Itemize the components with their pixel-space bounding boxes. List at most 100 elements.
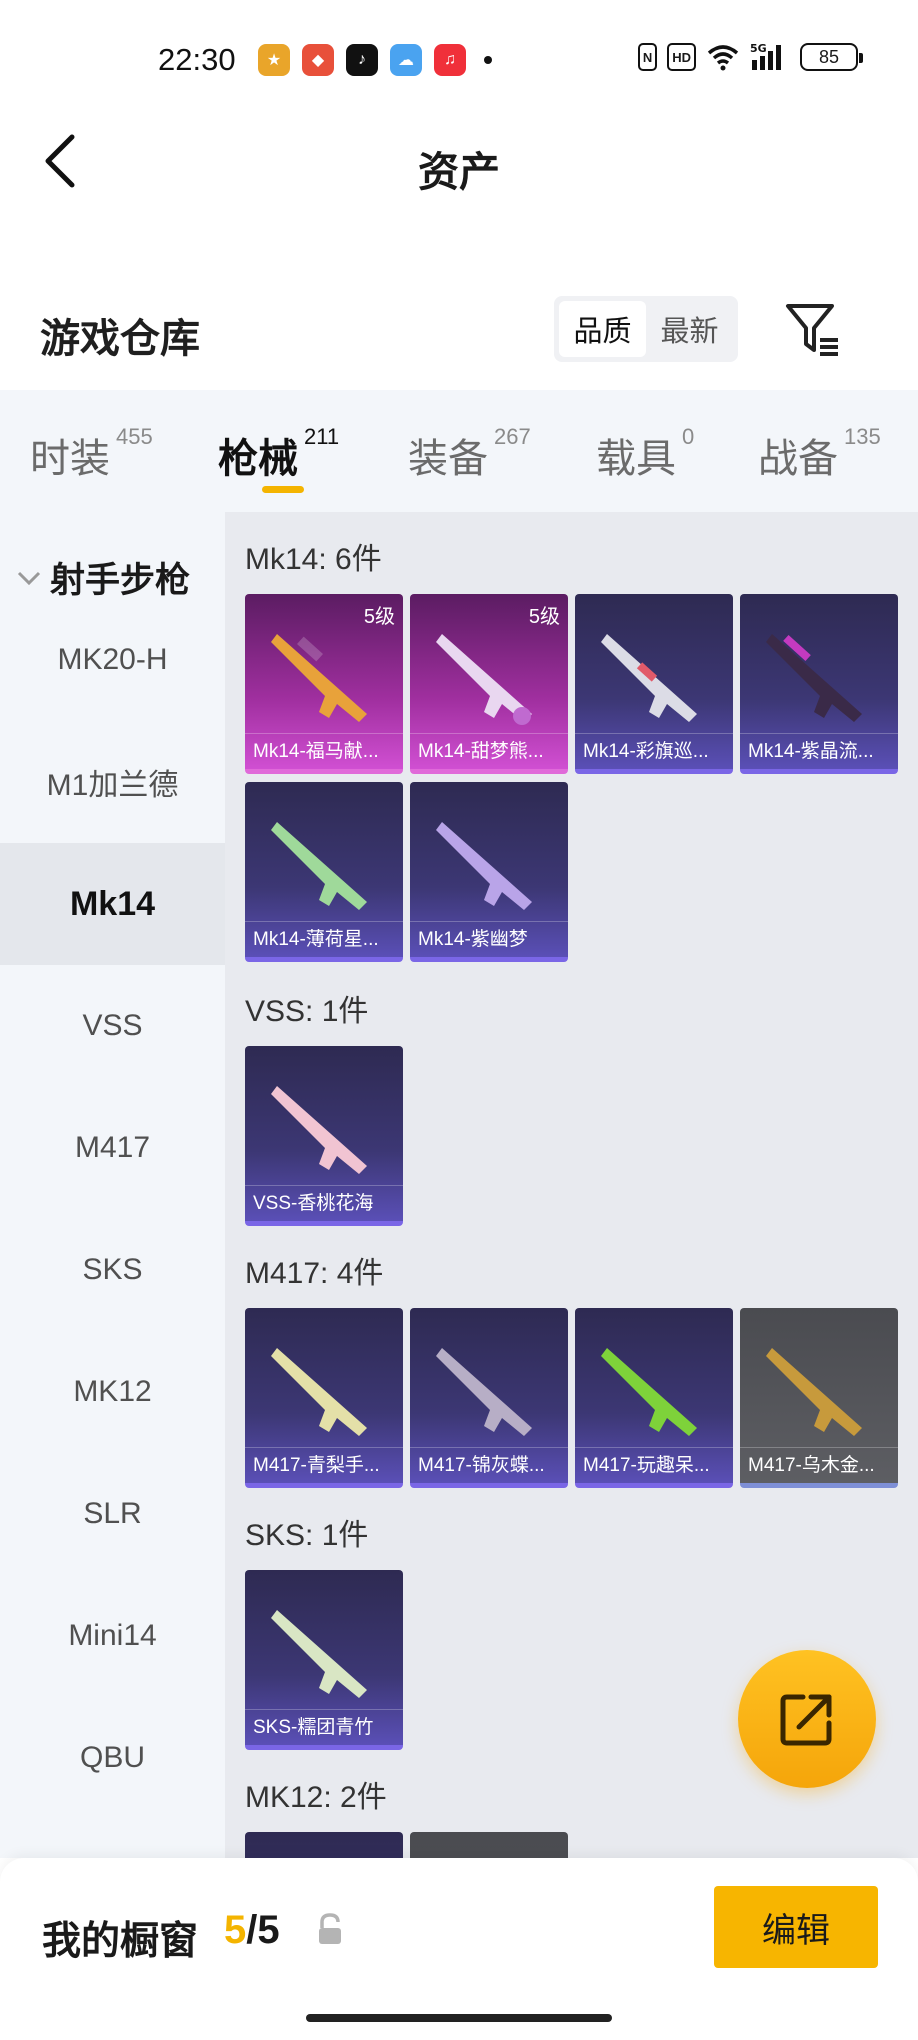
weapon-type-sidebar: 射手步枪 MK20-H M1加兰德 Mk14 VSS M417 SKS MK12… [0, 512, 225, 1858]
weapon-card[interactable]: M417-乌木金... [740, 1308, 898, 1488]
tab-count: 267 [494, 424, 531, 449]
showcase-current: 5 [224, 1908, 247, 1952]
svg-text:5G: 5G [750, 42, 767, 55]
weather-app-icon: ☁ [390, 44, 422, 76]
tab-vehicles[interactable]: 载具 0 [596, 424, 695, 484]
sidebar-item-qbu[interactable]: QBU [0, 1697, 225, 1819]
showcase-separator: / [246, 1908, 258, 1952]
weapon-card[interactable]: SKS-糯团青竹 [245, 1570, 403, 1750]
rifle-icon [766, 1348, 862, 1436]
card-name: M417-玩趣呆... [575, 1447, 733, 1483]
sidebar-item-mk12[interactable]: MK12 [0, 1331, 225, 1453]
tab-outfits[interactable]: 时装 455 [30, 424, 153, 484]
status-time: 22:30 [158, 42, 236, 77]
nfc-icon: N [637, 43, 658, 71]
game-controller-app-icon: ◆ [302, 44, 334, 76]
rifle-icon [271, 1610, 367, 1698]
tab-count: 455 [116, 424, 153, 449]
section-title: 游戏仓库 [40, 317, 200, 361]
weapon-card[interactable]: 5级 Mk14-甜梦熊... [410, 594, 568, 774]
showcase-total: 5 [257, 1908, 280, 1952]
card-name: M417-青梨手... [245, 1447, 403, 1483]
card-name: Mk14-甜梦熊... [410, 733, 568, 769]
group-title-vss: VSS: 1件 [245, 995, 369, 1028]
card-level: 5级 [363, 606, 395, 628]
tiktok-app-icon: ♪ [346, 44, 378, 76]
showcase-count: 5/5 [224, 1908, 280, 1953]
group-title-mk14: Mk14: 6件 [245, 543, 382, 576]
active-tab-indicator [262, 486, 304, 493]
tab-count: 211 [304, 424, 340, 449]
sort-option-quality[interactable]: 品质 [559, 301, 646, 357]
card-name: Mk14-福马献... [245, 733, 403, 769]
signal-5g-icon: 5G [750, 42, 781, 70]
game-app-icon: ★ [258, 44, 290, 76]
tab-label: 枪械 [218, 437, 298, 481]
rifle-icon [271, 634, 367, 722]
weapon-card[interactable]: Mk14-彩旗巡... [575, 594, 733, 774]
rifle-icon [766, 634, 862, 722]
card-name: M417-乌木金... [740, 1447, 898, 1483]
card-name: Mk14-紫晶流... [740, 733, 898, 769]
sidebar-item-sks[interactable]: SKS [0, 1209, 225, 1331]
sort-option-newest[interactable]: 最新 [646, 301, 733, 357]
weapon-card[interactable]: Mk14-薄荷星... [245, 782, 403, 962]
sidebar-item-m417[interactable]: M417 [0, 1087, 225, 1209]
tab-count: 135 [844, 424, 881, 449]
home-indicator[interactable] [306, 2014, 612, 2022]
group-title-m417: M417: 4件 [245, 1257, 384, 1290]
tab-label: 装备 [408, 437, 488, 481]
music-app-icon: ♫ [434, 44, 466, 76]
edit-button[interactable]: 编辑 [714, 1886, 878, 1968]
rifle-icon [601, 1348, 697, 1436]
weapon-card[interactable] [245, 1832, 403, 1858]
card-name: VSS-香桃花海 [245, 1185, 403, 1221]
weapon-card[interactable]: M417-青梨手... [245, 1308, 403, 1488]
rifle-icon [436, 1348, 532, 1436]
rifle-icon [271, 822, 367, 910]
status-app-icons: ★ ◆ ♪ ☁ ♫ [258, 44, 492, 76]
weapon-card[interactable]: Mk14-紫晶流... [740, 594, 898, 774]
tab-gear[interactable]: 战备 135 [758, 424, 881, 484]
rifle-icon [436, 634, 532, 725]
sidebar-item-mini14[interactable]: Mini14 [0, 1575, 225, 1697]
share-button[interactable] [738, 1650, 876, 1788]
showcase-bar: 我的橱窗 5/5 编辑 [0, 1858, 918, 2040]
chevron-down-icon [17, 571, 41, 585]
notification-dot-icon [484, 56, 492, 64]
rifle-icon [271, 1348, 367, 1436]
sidebar-item-mk20h[interactable]: MK20-H [0, 599, 225, 721]
tab-equipment[interactable]: 装备 267 [408, 424, 531, 484]
page-title: 资产 [418, 149, 500, 195]
weapon-card[interactable]: VSS-香桃花海 [245, 1046, 403, 1226]
sort-toggle: 品质 最新 [554, 296, 738, 362]
showcase-label: 我的橱窗 [42, 1920, 199, 1963]
hd-icon: HD [667, 43, 696, 71]
sidebar-category-label: 射手步枪 [50, 561, 191, 600]
sidebar-category-header[interactable]: 射手步枪 [16, 552, 190, 603]
tab-label: 时装 [30, 437, 110, 481]
card-name: SKS-糯团青竹 [245, 1709, 403, 1745]
card-level: 5级 [528, 606, 560, 628]
sidebar-item-slr[interactable]: SLR [0, 1453, 225, 1575]
card-name: M417-锦灰蝶... [410, 1447, 568, 1483]
weapon-card[interactable] [410, 1832, 568, 1858]
card-name: Mk14-薄荷星... [245, 921, 403, 957]
sidebar-item-vss[interactable]: VSS [0, 965, 225, 1087]
share-external-icon [780, 1694, 832, 1746]
rifle-icon [271, 1086, 367, 1174]
weapon-card[interactable]: M417-锦灰蝶... [410, 1308, 568, 1488]
rifle-icon [436, 822, 532, 910]
tab-label: 战备 [758, 437, 838, 481]
card-name: Mk14-紫幽梦 [410, 921, 568, 957]
rifle-icon [601, 634, 697, 722]
sidebar-item-m1-garand[interactable]: M1加兰德 [0, 721, 225, 843]
filter-button[interactable] [782, 300, 842, 360]
sidebar-item-mk14[interactable]: Mk14 [0, 843, 225, 965]
tab-count: 0 [682, 424, 695, 449]
weapon-card[interactable]: M417-玩趣呆... [575, 1308, 733, 1488]
tab-guns[interactable]: 枪械 211 [218, 424, 340, 484]
group-title-sks: SKS: 1件 [245, 1519, 369, 1552]
weapon-card[interactable]: 5级 Mk14-福马献... [245, 594, 403, 774]
weapon-card[interactable]: Mk14-紫幽梦 [410, 782, 568, 962]
